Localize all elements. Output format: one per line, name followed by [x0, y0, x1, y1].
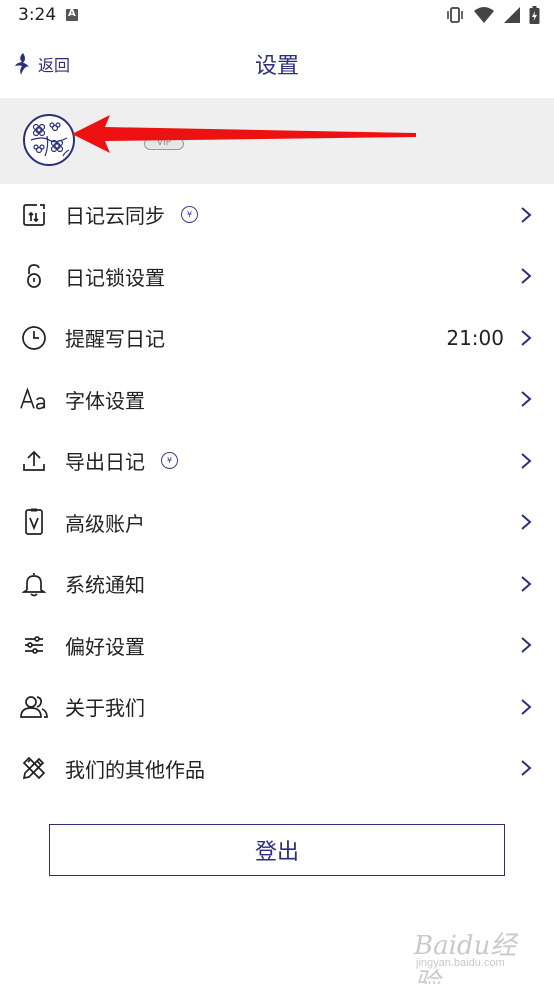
- menu-item-preferences[interactable]: 偏好设置: [0, 615, 554, 677]
- bell-icon: [20, 570, 48, 598]
- menu-label: 偏好设置: [65, 634, 145, 659]
- notification-icon: A: [66, 8, 78, 21]
- signal-icon: [504, 7, 520, 23]
- chevron-right-icon: [521, 206, 532, 223]
- sliders-icon: [20, 631, 48, 659]
- export-icon: [20, 447, 48, 475]
- watermark: Baidu经验 jingyan.baidu.com: [414, 925, 524, 984]
- premium-account-icon: [20, 508, 48, 536]
- menu-label: 导出日记: [65, 450, 145, 475]
- cloud-sync-icon: [20, 201, 48, 229]
- flower-pattern-icon: [30, 122, 70, 157]
- menu-item-font-settings[interactable]: 字体设置: [0, 369, 554, 431]
- avatar[interactable]: [23, 114, 75, 166]
- lock-icon: [20, 262, 48, 290]
- status-time: 3:24: [18, 5, 57, 25]
- menu-item-about-us[interactable]: 关于我们: [0, 676, 554, 738]
- watermark-logo: Baidu经验: [414, 931, 517, 984]
- chevron-right-icon: [521, 391, 532, 408]
- chevron-right-icon: [521, 575, 532, 592]
- status-bar: 3:24 A: [0, 0, 554, 32]
- menu-label: 提醒写日记: [65, 327, 165, 352]
- header: 返回 设置: [0, 32, 554, 98]
- wifi-icon: [474, 7, 494, 23]
- reminder-time-value: 21:00: [446, 325, 504, 350]
- page-title: 设置: [254, 54, 299, 79]
- coin-icon: ¥: [181, 206, 198, 224]
- logout-button[interactable]: 登出: [49, 824, 505, 876]
- menu-label: 日记云同步: [65, 204, 165, 229]
- menu-label: 关于我们: [65, 696, 145, 721]
- chevron-right-icon: [521, 268, 532, 285]
- users-icon: [20, 693, 48, 721]
- menu-label: 我们的其他作品: [65, 757, 205, 782]
- menu-item-other-works[interactable]: 我们的其他作品: [0, 738, 554, 800]
- watermark-url: jingyan.baidu.com: [416, 957, 505, 969]
- chevron-right-icon: [521, 329, 532, 346]
- chevron-right-icon: [521, 760, 532, 777]
- clock-icon: [20, 324, 48, 352]
- annotation-arrow: [72, 115, 416, 153]
- menu-label: 系统通知: [65, 573, 145, 598]
- menu-item-system-notifications[interactable]: 系统通知: [0, 553, 554, 615]
- pencil-ruler-icon: [20, 754, 48, 782]
- menu-label: 日记锁设置: [65, 265, 165, 290]
- vibrate-icon: [447, 7, 463, 23]
- menu-item-cloud-sync[interactable]: 日记云同步 ¥: [0, 184, 554, 246]
- chevron-right-icon: [521, 452, 532, 469]
- settings-menu: 日记云同步 ¥ 日记锁设置 提醒写日记 21:00 字体设置 导出日记 ¥ 高级…: [0, 184, 554, 799]
- menu-item-premium-account[interactable]: 高级账户: [0, 492, 554, 554]
- font-icon: [20, 385, 48, 413]
- battery-icon: [529, 6, 540, 24]
- menu-label: 高级账户: [65, 511, 145, 536]
- chevron-right-icon: [521, 514, 532, 531]
- menu-item-diary-reminder[interactable]: 提醒写日记 21:00: [0, 307, 554, 369]
- menu-label: 字体设置: [65, 388, 145, 413]
- coin-icon: ¥: [161, 452, 178, 470]
- menu-item-export-diary[interactable]: 导出日记 ¥: [0, 430, 554, 492]
- menu-item-diary-lock[interactable]: 日记锁设置: [0, 246, 554, 308]
- status-icons: [445, 5, 540, 25]
- chevron-right-icon: [521, 698, 532, 715]
- chevron-right-icon: [521, 637, 532, 654]
